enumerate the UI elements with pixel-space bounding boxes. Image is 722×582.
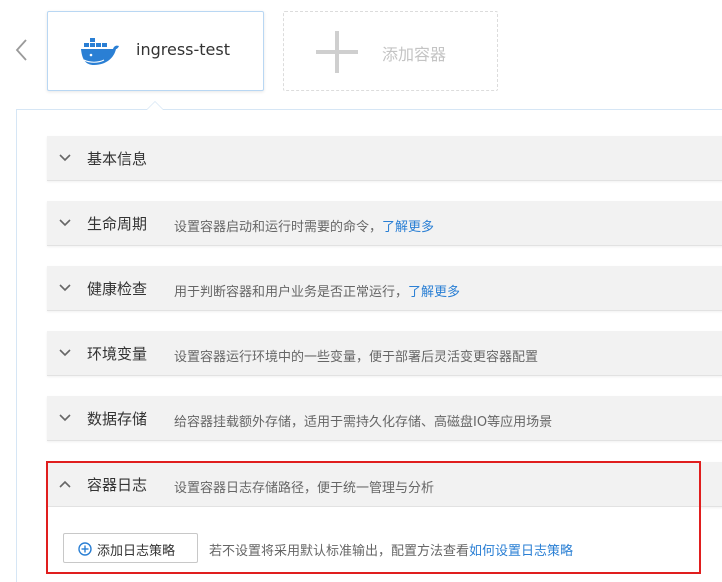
add-container-button[interactable]: 添加容器 — [283, 11, 498, 91]
section-description: 设置容器启动和运行时需要的命令，了解更多 — [174, 220, 435, 235]
chevron-down-icon — [59, 154, 71, 162]
section-container-log[interactable]: 容器日志 设置容器日志存储路径，便于统一管理与分析 — [47, 462, 722, 507]
plus-circle-icon — [78, 542, 92, 556]
chevron-up-icon — [59, 480, 71, 488]
section-env-vars[interactable]: 环境变量 设置容器运行环境中的一些变量，便于部署后灵活变更容器配置 — [47, 331, 722, 376]
section-description: 用于判断容器和用户业务是否正常运行，了解更多 — [174, 285, 461, 300]
section-title: 容器日志 — [87, 476, 148, 494]
add-log-policy-button[interactable]: 添加日志策略 — [63, 533, 198, 563]
add-log-policy-label: 添加日志策略 — [97, 544, 176, 559]
plus-icon — [316, 31, 358, 73]
section-health-check[interactable]: 健康检查 用于判断容器和用户业务是否正常运行，了解更多 — [47, 266, 722, 311]
how-to-set-log-policy-link[interactable]: 如何设置日志策略 — [469, 544, 573, 559]
section-lifecycle[interactable]: 生命周期 设置容器启动和运行时需要的命令，了解更多 — [47, 201, 722, 246]
section-title: 环境变量 — [87, 345, 148, 363]
section-title: 基本信息 — [87, 150, 148, 168]
container-tab-active[interactable]: ingress-test — [47, 11, 264, 91]
section-description: 设置容器日志存储路径，便于统一管理与分析 — [174, 481, 435, 496]
previous-arrow-icon[interactable] — [12, 36, 32, 64]
learn-more-link[interactable]: 了解更多 — [408, 285, 460, 300]
learn-more-link[interactable]: 了解更多 — [382, 220, 434, 235]
section-description: 给容器挂载额外存储，适用于需持久化存储、高磁盘IO等应用场景 — [174, 415, 553, 430]
chevron-down-icon — [59, 284, 71, 292]
add-container-label: 添加容器 — [382, 45, 447, 64]
section-description: 设置容器运行环境中的一些变量，便于部署后灵活变更容器配置 — [174, 350, 539, 365]
section-title: 健康检查 — [87, 280, 148, 298]
chevron-down-icon — [59, 349, 71, 357]
section-title: 数据存储 — [87, 410, 148, 428]
docker-whale-icon — [81, 38, 119, 65]
chevron-down-icon — [59, 414, 71, 422]
section-title: 生命周期 — [87, 215, 148, 233]
section-basic-info[interactable]: 基本信息 — [47, 136, 722, 181]
log-policy-hint: 若不设置将采用默认标准输出，配置方法查看如何设置日志策略 — [209, 544, 574, 559]
section-data-storage[interactable]: 数据存储 给容器挂载额外存储，适用于需持久化存储、高磁盘IO等应用场景 — [47, 396, 722, 441]
chevron-down-icon — [59, 219, 71, 227]
container-name: ingress-test — [136, 40, 230, 59]
